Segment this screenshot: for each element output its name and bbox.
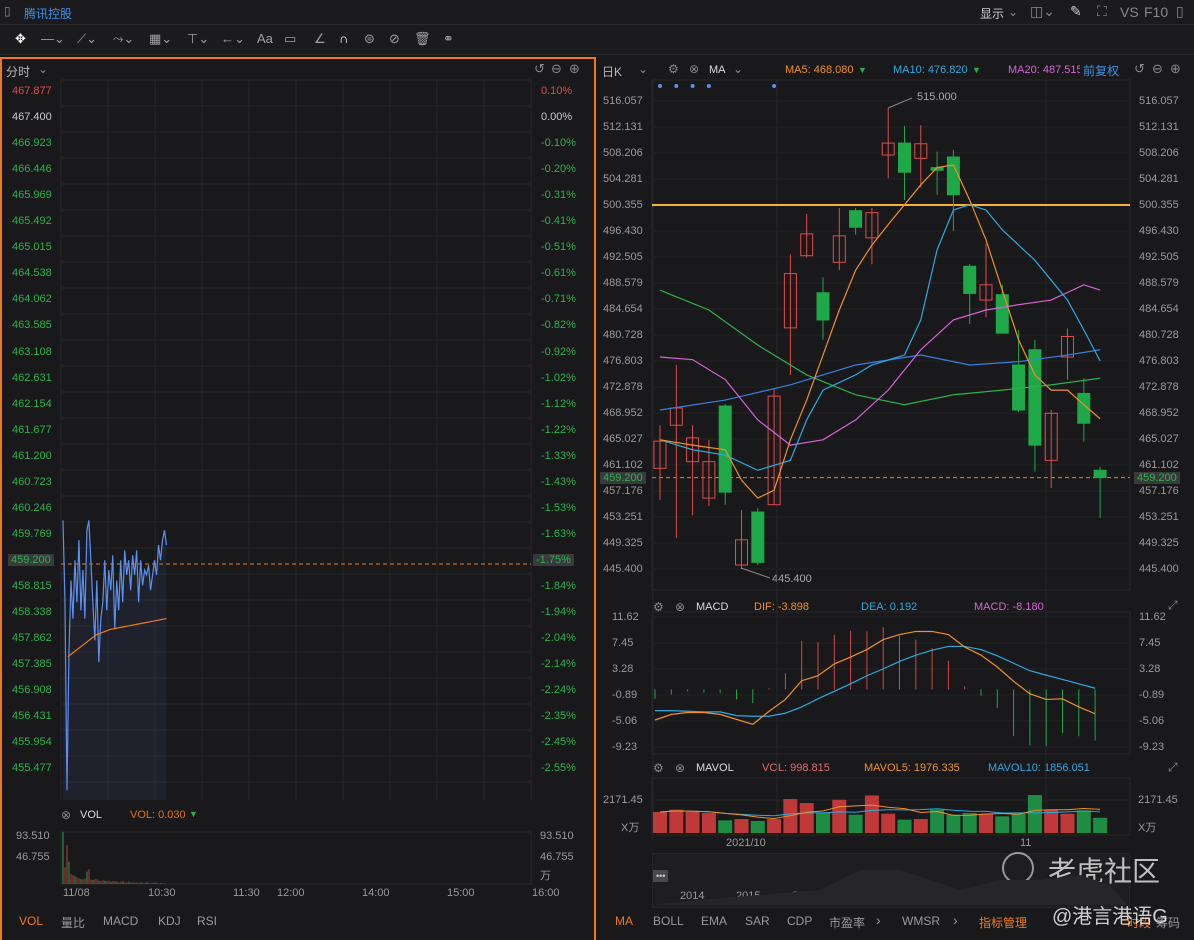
candle-down: [898, 142, 911, 173]
volume-bar: [669, 809, 684, 833]
volume-bar: [1011, 813, 1026, 833]
volume-bar: [848, 814, 863, 833]
dif-line: [654, 630, 1096, 726]
volume-bar: [864, 795, 879, 833]
volume-bar: [1027, 795, 1042, 833]
candle-down: [1028, 349, 1042, 446]
volume-bar: [881, 813, 896, 833]
candle-down: [995, 294, 1009, 334]
volume-bar: [832, 799, 847, 833]
event-marker: [674, 84, 679, 88]
volume-bar: [946, 814, 961, 833]
volume-bar: [1060, 813, 1075, 833]
volume-bar: [979, 813, 993, 833]
candle-down: [963, 265, 977, 294]
macd-frame: [651, 611, 1131, 755]
dea-line: [655, 645, 1096, 717]
vol-frame: [60, 831, 532, 885]
volume-bar: [1093, 817, 1108, 833]
volume-bar: [750, 821, 765, 833]
event-marker: [706, 84, 711, 88]
candle-down: [946, 156, 960, 196]
candle-down: [751, 511, 765, 563]
volume-bar: [962, 813, 977, 833]
event-marker: [772, 84, 777, 88]
high-pointer: [887, 97, 913, 109]
candle-down: [1093, 469, 1107, 479]
volume-bar: [718, 820, 733, 833]
event-marker: [690, 84, 695, 88]
volume-bar: [995, 816, 1010, 833]
volume-bar: [897, 819, 912, 833]
volume-bar: [734, 819, 749, 833]
volume-bar: [913, 819, 928, 833]
volume-bar: [685, 812, 700, 833]
volume-bar: [653, 812, 667, 833]
volume-bar: [930, 809, 945, 833]
volume-bar: [701, 813, 716, 833]
volume-bar: [1044, 809, 1059, 833]
volume-bar: [799, 803, 814, 833]
navigator-area: [652, 870, 1128, 905]
candle-down: [816, 292, 830, 321]
event-marker: [658, 84, 662, 88]
candle-down: [849, 210, 863, 228]
chart-canvas[interactable]: [0, 0, 1194, 940]
volume-bar: [816, 813, 830, 833]
volume-bar: [767, 819, 782, 833]
volume-bar: [1076, 810, 1091, 833]
